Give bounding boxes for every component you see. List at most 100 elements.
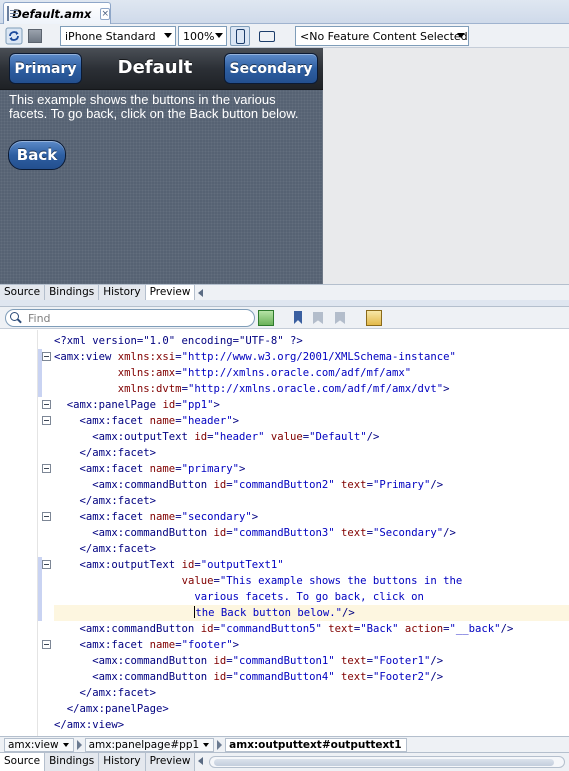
code-token: /> [500,623,514,635]
code-token: <amx:commandButton [54,655,214,667]
code-token: <amx:facet [54,639,150,651]
tab-history[interactable]: History [99,753,146,771]
code-token: <?xml version="1.0" encoding="UTF-8" ?> [54,335,303,347]
chevron-left-icon[interactable] [195,285,205,300]
document-tab-strip: Default.amx × [0,0,569,24]
fold-toggle-icon[interactable] [42,640,51,649]
fold-toggle-icon[interactable] [42,352,51,361]
code-line[interactable]: <amx:commandButton id="commandButton5" t… [54,621,569,637]
code-line[interactable]: <amx:panelPage id="pp1"> [54,397,569,413]
breadcrumb-item[interactable]: amx:outputtext#outputtext1 [225,737,407,752]
tablet-icon[interactable] [257,27,277,45]
code-token: "Back" [360,623,405,635]
code-token: "footer" [181,639,233,651]
code-line[interactable]: <amx:outputText id="outputText1" [54,557,569,573]
code-line[interactable]: the Back button below."/> [54,605,569,621]
code-token: <amx:facet [54,511,150,523]
code-token: "http://xmlns.oracle.com/adf/mf/amx/dvt" [187,383,444,395]
horizontal-scrollbar[interactable] [209,756,565,768]
code-line[interactable]: </amx:view> [54,717,569,733]
chevron-down-icon[interactable] [203,742,210,747]
breadcrumb-label: amx:outputtext#outputtext1 [229,738,402,751]
document-tab-label: Default.amx [12,6,92,21]
code-line[interactable]: </amx:facet> [54,541,569,557]
chevron-down-icon[interactable] [62,742,69,747]
breadcrumb-label: amx:view [8,738,59,751]
output-text: This example shows the buttons in the va… [9,92,299,121]
code-line[interactable]: <amx:commandButton id="commandButton1" t… [54,653,569,669]
search-icon[interactable] [6,310,28,326]
device-select[interactable]: iPhone Standard [60,26,176,46]
code-token: </amx:view> [54,719,125,731]
code-token: <amx:facet [54,415,150,427]
code-line[interactable]: <amx:facet name="header"> [54,413,569,429]
code-area[interactable]: <?xml version="1.0" encoding="UTF-8" ?> <… [54,330,569,736]
code-token: "outputText1" [200,559,284,571]
code-line[interactable]: xmlns:dvtm="http://xmlns.oracle.com/adf/… [54,381,569,397]
change-marker [38,381,42,397]
code-line[interactable]: <amx:facet name="footer"> [54,637,569,653]
preview-toolbar: iPhone Standard 100% <No Feature Content… [0,24,569,48]
code-line[interactable]: <amx:facet name="secondary"> [54,509,569,525]
zoom-select[interactable]: 100% [178,26,227,46]
document-tab-default-amx[interactable]: Default.amx × [3,2,111,24]
change-marker [38,349,42,365]
tab-source[interactable]: Source [0,753,46,771]
find-toolbar [0,307,569,329]
code-line[interactable]: <amx:commandButton id="commandButton2" t… [54,477,569,493]
phone-icon[interactable] [230,26,250,46]
code-token: > [213,399,220,411]
tab-source[interactable]: Source [0,285,46,300]
code-line[interactable]: <amx:commandButton id="commandButton4" t… [54,669,569,685]
code-line[interactable]: <amx:facet name="primary"> [54,461,569,477]
tab-history[interactable]: History [99,285,146,300]
fold-toggle-icon[interactable] [42,464,51,473]
code-token: "Primary" [372,479,431,491]
stop-icon[interactable] [28,29,42,43]
fold-toggle-icon[interactable] [42,560,51,569]
code-line[interactable]: <amx:outputText id="header" value="Defau… [54,429,569,445]
feature-content-select[interactable]: <No Feature Content Selected> [295,26,469,46]
code-line[interactable]: value="This example shows the buttons in… [54,573,569,589]
breadcrumb-item[interactable]: amx:panelpage#pp1 [84,737,215,752]
code-token: value [270,431,303,443]
code-line[interactable]: <?xml version="1.0" encoding="UTF-8" ?> [54,333,569,349]
find-input[interactable] [28,311,228,325]
code-line[interactable]: </amx:facet> [54,685,569,701]
code-line[interactable]: xmlns:amx="http://xmlns.oracle.com/adf/m… [54,365,569,381]
close-icon[interactable]: × [100,7,110,20]
code-token: id [181,559,195,571]
fold-toggle-icon[interactable] [42,400,51,409]
code-line[interactable]: </amx:panelPage> [54,701,569,717]
previous-bookmark-icon[interactable] [310,310,326,326]
secondary-button[interactable]: Secondary [224,53,318,84]
tab-preview[interactable]: Preview [145,753,196,771]
code-line[interactable]: various facets. To go back, click on [54,589,569,605]
primary-button[interactable]: Primary [9,53,82,84]
next-bookmark-icon[interactable] [332,310,348,326]
source-editor[interactable]: <?xml version="1.0" encoding="UTF-8" ?> <… [0,330,569,736]
fold-toggle-icon[interactable] [42,512,51,521]
code-token: text [341,479,367,491]
code-line[interactable]: <amx:view xmlns:xsi="http://www.w3.org/2… [54,349,569,365]
tab-bindings[interactable]: Bindings [45,753,100,771]
tasks-icon[interactable] [366,310,382,326]
tab-preview[interactable]: Preview [145,285,196,300]
chevron-left-icon[interactable] [195,753,205,771]
breadcrumb-item[interactable]: amx:view [4,737,74,752]
tab-bindings[interactable]: Bindings [45,285,100,300]
find-results-icon[interactable] [258,310,274,326]
code-token: </amx:facet> [54,447,157,459]
code-line[interactable]: <amx:commandButton id="commandButton3" t… [54,525,569,541]
code-token: </amx:panelPage> [54,703,169,715]
back-button[interactable]: Back [8,140,66,170]
code-line[interactable]: </amx:facet> [54,445,569,461]
splitter[interactable] [0,300,569,307]
refresh-icon[interactable] [5,27,23,45]
bookmark-icon[interactable] [290,310,306,326]
fold-toggle-icon[interactable] [42,416,51,425]
code-line[interactable]: </amx:facet> [54,493,569,509]
editor-view-tabs-top: Source Bindings History Preview [0,284,569,300]
find-box[interactable] [5,309,255,327]
